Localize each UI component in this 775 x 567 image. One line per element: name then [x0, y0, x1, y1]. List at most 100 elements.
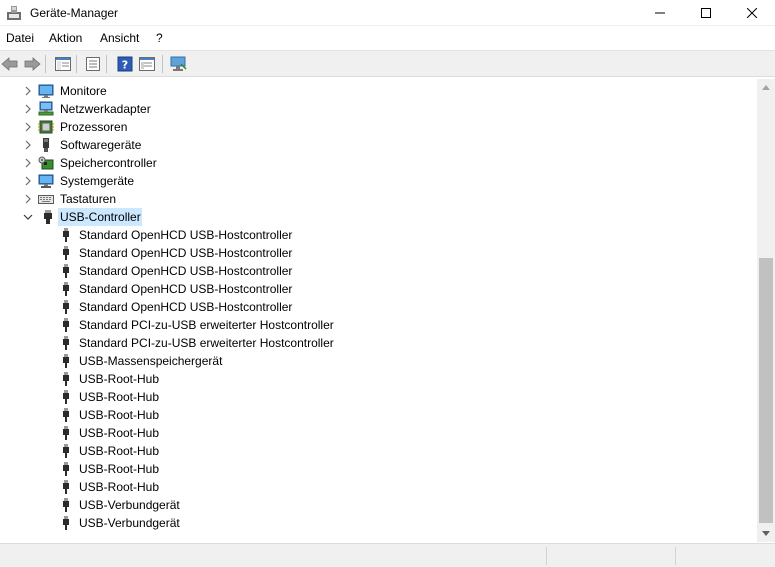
tree-label: USB-Root-Hub [79, 390, 160, 404]
tree-label: USB-Root-Hub [79, 462, 160, 476]
usb-device-icon [58, 245, 74, 261]
usb-device-row[interactable]: Standard OpenHCD USB-Hostcontroller [0, 226, 757, 244]
tree-label: Standard OpenHCD USB-Hostcontroller [79, 246, 293, 260]
show-hide-tree-icon[interactable] [54, 55, 72, 73]
tree-category-netzwerkadapter[interactable]: Netzwerkadapter [0, 100, 757, 118]
usb-device-row[interactable]: USB-Verbundgerät [0, 496, 757, 514]
back-icon[interactable] [1, 55, 19, 73]
usb-device-icon [58, 227, 74, 243]
menu-ansicht[interactable]: Ansicht [100, 31, 139, 45]
usb-device-row[interactable]: USB-Root-Hub [0, 388, 757, 406]
toolbar: ? [0, 50, 775, 77]
chevron-right-icon[interactable] [22, 85, 34, 97]
usb-device-icon [58, 299, 74, 315]
tree-label: Standard PCI-zu-USB erweiterter Hostcont… [79, 318, 334, 332]
close-button[interactable] [729, 0, 775, 26]
scroll-down-arrow-icon[interactable] [757, 525, 775, 542]
usb-device-icon [58, 353, 74, 369]
menu-help[interactable]: ? [156, 31, 163, 45]
chevron-right-icon[interactable] [22, 157, 34, 169]
menu-datei[interactable]: Datei [6, 31, 34, 45]
usb-device-row[interactable]: USB-Root-Hub [0, 424, 757, 442]
usb-device-icon [58, 335, 74, 351]
help-icon[interactable]: ? [116, 55, 134, 73]
processor-icon [38, 119, 54, 135]
usb-device-row[interactable]: Standard PCI-zu-USB erweiterter Hostcont… [0, 316, 757, 334]
scroll-thumb[interactable] [759, 258, 773, 523]
tree-label: Systemgeräte [60, 174, 135, 188]
usb-device-icon [58, 515, 74, 531]
usb-device-row[interactable]: USB-Massenspeichergerät [0, 352, 757, 370]
network-adapter-icon [38, 101, 54, 117]
tree-label: USB-Root-Hub [79, 480, 160, 494]
chevron-right-icon[interactable] [22, 139, 34, 151]
keyboard-icon [38, 191, 54, 207]
usb-device-row[interactable]: Standard OpenHCD USB-Hostcontroller [0, 298, 757, 316]
usb-device-icon [58, 263, 74, 279]
tree-category-usb-controller[interactable]: USB-Controller [0, 208, 757, 226]
maximize-button[interactable] [683, 0, 729, 26]
usb-device-row[interactable]: Standard PCI-zu-USB erweiterter Hostcont… [0, 334, 757, 352]
usb-device-row[interactable]: USB-Root-Hub [0, 370, 757, 388]
tree-label: Tastaturen [60, 192, 117, 206]
tree-label: USB-Massenspeichergerät [79, 354, 223, 368]
status-bar [0, 543, 775, 567]
chevron-right-icon[interactable] [22, 193, 34, 205]
tree-label: USB-Controller [60, 210, 141, 224]
menu-aktion[interactable]: Aktion [49, 31, 82, 45]
usb-device-row[interactable]: USB-Root-Hub [0, 406, 757, 424]
tree-label: USB-Root-Hub [79, 426, 160, 440]
usb-device-row[interactable]: Standard OpenHCD USB-Hostcontroller [0, 244, 757, 262]
toolbar-separator [76, 55, 77, 73]
tree-label: Softwaregeräte [60, 138, 142, 152]
tree-label: Standard OpenHCD USB-Hostcontroller [79, 300, 293, 314]
scroll-up-arrow-icon[interactable] [757, 79, 775, 96]
tree-category-monitore[interactable]: Monitore [0, 82, 757, 100]
software-device-icon [38, 137, 54, 153]
toolbar-separator [162, 55, 163, 73]
properties-icon[interactable] [84, 55, 102, 73]
usb-device-icon [58, 443, 74, 459]
toolbar-separator [45, 55, 46, 73]
title-bar: Geräte-Manager [0, 0, 775, 26]
tree-category-softwaregeraete[interactable]: Softwaregeräte [0, 136, 757, 154]
usb-device-row[interactable]: Standard OpenHCD USB-Hostcontroller [0, 280, 757, 298]
system-device-icon [38, 173, 54, 189]
toolbar-separator [106, 55, 107, 73]
tree-label: USB-Verbundgerät [79, 498, 180, 512]
tree-category-prozessoren[interactable]: Prozessoren [0, 118, 757, 136]
tree-category-tastaturen[interactable]: Tastaturen [0, 190, 757, 208]
tree-label: Standard OpenHCD USB-Hostcontroller [79, 228, 293, 242]
menu-bar: Datei Aktion Ansicht ? [0, 27, 775, 49]
usb-device-icon [58, 425, 74, 441]
usb-device-icon [58, 497, 74, 513]
chevron-down-icon[interactable] [22, 211, 34, 223]
action-view-icon[interactable] [138, 55, 156, 73]
tree-label: USB-Verbundgerät [79, 516, 180, 530]
tree-label: Speichercontroller [60, 156, 157, 170]
minimize-button[interactable] [637, 0, 683, 26]
scan-hardware-icon[interactable] [170, 55, 188, 73]
svg-text:?: ? [122, 59, 128, 72]
forward-icon[interactable] [23, 55, 41, 73]
tree-label: Standard PCI-zu-USB erweiterter Hostcont… [79, 336, 334, 350]
tree-label: USB-Root-Hub [79, 408, 160, 422]
usb-device-row[interactable]: USB-Root-Hub [0, 478, 757, 496]
usb-device-row[interactable]: USB-Root-Hub [0, 442, 757, 460]
usb-device-row[interactable]: USB-Verbundgerät [0, 514, 757, 532]
usb-device-icon [58, 317, 74, 333]
chevron-right-icon[interactable] [22, 175, 34, 187]
chevron-right-icon[interactable] [22, 103, 34, 115]
usb-device-icon [58, 389, 74, 405]
monitor-icon [38, 83, 54, 99]
usb-device-row[interactable]: Standard OpenHCD USB-Hostcontroller [0, 262, 757, 280]
tree-label: Prozessoren [60, 120, 128, 134]
vertical-scrollbar[interactable] [757, 79, 775, 542]
tree-category-systemgeraete[interactable]: Systemgeräte [0, 172, 757, 190]
tree-label: USB-Root-Hub [79, 444, 160, 458]
window-title: Geräte-Manager [30, 6, 119, 20]
tree-category-speichercontroller[interactable]: Speichercontroller [0, 154, 757, 172]
usb-device-row[interactable]: USB-Root-Hub [0, 460, 757, 478]
tree-label: Standard OpenHCD USB-Hostcontroller [79, 264, 293, 278]
chevron-right-icon[interactable] [22, 121, 34, 133]
